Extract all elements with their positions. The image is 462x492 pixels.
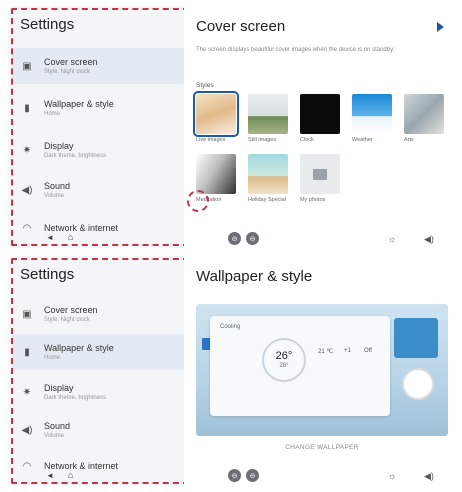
style-tile-label: Live images bbox=[196, 137, 226, 143]
style-tile-label: Still images bbox=[248, 137, 277, 143]
page-title: Cover screen bbox=[196, 18, 286, 35]
style-tile-label: My photos bbox=[300, 197, 326, 203]
sidebar-highlight-frame bbox=[11, 258, 189, 484]
temperature-dial: 26° 28° bbox=[262, 338, 306, 382]
control-button-left[interactable]: ⊖ bbox=[228, 469, 241, 482]
preview-thermostat-card: Cooling 26° 28° 21 ℃ +1 Off bbox=[210, 316, 390, 416]
style-tile-still-images[interactable] bbox=[248, 94, 288, 134]
control-button-right[interactable]: ⊖ bbox=[246, 232, 259, 245]
style-tile-arts[interactable] bbox=[404, 94, 444, 134]
temperature-unit: ° bbox=[287, 350, 293, 362]
description-text: The screen displays beautiful cover imag… bbox=[196, 47, 395, 53]
style-tile-label: Arts bbox=[404, 137, 414, 143]
wallpaper-content: Wallpaper & style Cooling 26° 28° 21 ℃ +… bbox=[184, 256, 454, 486]
stat-value: Off bbox=[364, 348, 372, 354]
mode-label: Cooling bbox=[220, 324, 241, 330]
page-title: Wallpaper & style bbox=[196, 268, 313, 285]
sidebar-highlight-frame bbox=[11, 8, 189, 246]
style-tile-live-images[interactable] bbox=[193, 91, 239, 137]
brightness-icon[interactable]: ☼ bbox=[388, 471, 396, 481]
styles-heading: Styles bbox=[196, 82, 214, 89]
wallpaper-style-panel: Settings ▣ Cover screen Style, Night clo… bbox=[8, 256, 454, 486]
style-tile-clock[interactable] bbox=[300, 94, 340, 134]
control-button-right[interactable]: ⊖ bbox=[246, 469, 259, 482]
style-tile-meditation[interactable] bbox=[196, 154, 236, 194]
brightness-icon[interactable]: ☼ bbox=[388, 234, 396, 244]
clock-icon bbox=[402, 368, 434, 400]
cover-screen-content: Cover screen The screen displays beautif… bbox=[184, 6, 454, 248]
current-temperature: 26 bbox=[275, 350, 288, 362]
style-tile-label: Holiday Special bbox=[248, 197, 286, 203]
preview-side-panel bbox=[394, 318, 438, 358]
play-icon[interactable] bbox=[437, 22, 444, 32]
style-tile-label: Weather bbox=[352, 137, 373, 143]
volume-icon[interactable]: ◀) bbox=[424, 471, 434, 482]
cover-screen-panel: Settings ▣ Cover screen Style, Night clo… bbox=[8, 6, 454, 248]
control-button-left[interactable]: ⊖ bbox=[228, 232, 241, 245]
change-wallpaper-button[interactable]: CHANGE WALLPAPER bbox=[196, 444, 448, 451]
stat-value: +1 bbox=[344, 348, 351, 354]
photo-icon bbox=[313, 168, 327, 180]
style-tile-label: Clock bbox=[300, 137, 314, 143]
style-tile-weather[interactable] bbox=[352, 94, 392, 134]
set-temperature: 28° bbox=[279, 363, 289, 369]
style-tile-holiday-special[interactable] bbox=[248, 154, 288, 194]
volume-icon[interactable]: ◀) bbox=[424, 234, 434, 245]
style-tile-my-photos[interactable] bbox=[300, 154, 340, 194]
stat-value: 21 ℃ bbox=[318, 349, 334, 355]
wallpaper-preview[interactable]: Cooling 26° 28° 21 ℃ +1 Off bbox=[196, 304, 448, 436]
tap-highlight-circle bbox=[187, 190, 209, 212]
